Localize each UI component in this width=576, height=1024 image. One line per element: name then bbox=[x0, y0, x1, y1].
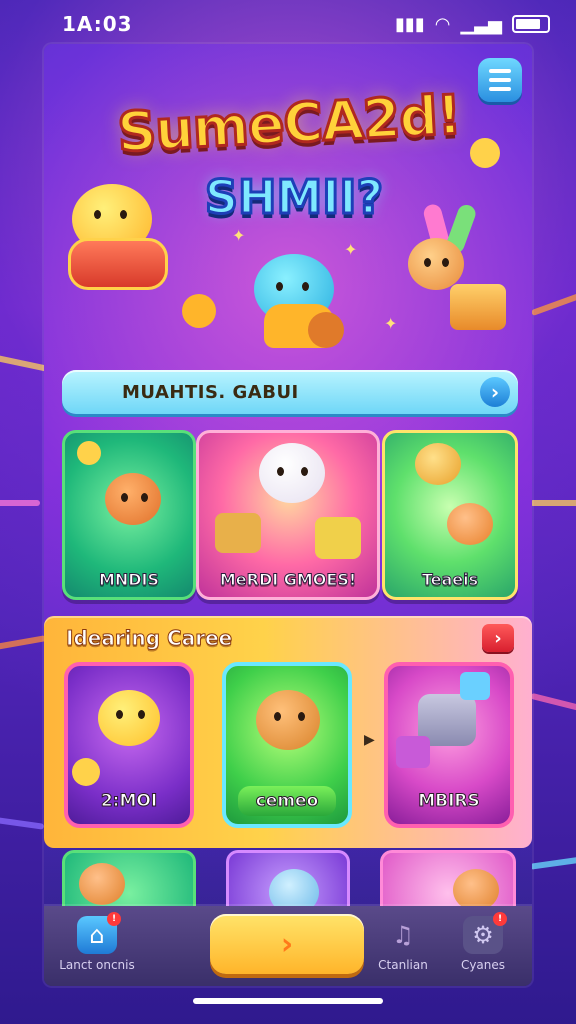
game-title: SumeCA2d! bbox=[114, 82, 463, 166]
featured-card-2[interactable]: cemeo bbox=[222, 662, 352, 828]
hamburger-menu-icon[interactable] bbox=[478, 58, 522, 102]
featured-card-3[interactable]: MBIRS bbox=[384, 662, 514, 828]
fox-character bbox=[447, 503, 493, 545]
card-label: Teaeis bbox=[421, 570, 479, 590]
status-bar: 1A:03 ▮▮▮ ◠ ▁▃▅ bbox=[0, 0, 576, 48]
nav-label: Cyanes bbox=[460, 958, 506, 972]
bunny-character bbox=[394, 202, 514, 334]
signal-icon: ▮▮▮ bbox=[395, 13, 425, 35]
play-triangle-icon: ▶ bbox=[364, 732, 375, 748]
game-card-2[interactable]: MeRDI GMOES! bbox=[196, 430, 380, 600]
card-label: MeRDI GMOES! bbox=[219, 570, 357, 590]
dino-character bbox=[244, 254, 344, 354]
star-sparkle-icon: ✦ bbox=[344, 240, 358, 259]
featured-section: Idearing Caree › 2:MOI cemeo ▶ MBIRS bbox=[44, 616, 532, 848]
play-chevron-icon: › bbox=[280, 926, 294, 962]
coin-icon bbox=[470, 138, 500, 168]
block-icon bbox=[396, 736, 430, 768]
crate-icon bbox=[215, 513, 261, 553]
featured-title: Idearing Caree bbox=[65, 626, 233, 651]
nav-item-music[interactable]: ♫ Ctanlian bbox=[358, 916, 448, 972]
fox-character bbox=[79, 863, 125, 905]
featured-card-label: MBIRS bbox=[418, 791, 481, 812]
blob-character bbox=[98, 690, 160, 746]
cat-character bbox=[415, 443, 461, 485]
star-sparkle-icon: ✦ bbox=[384, 314, 398, 333]
bear-character bbox=[256, 690, 320, 750]
nav-label: Ctanlian bbox=[378, 958, 428, 972]
chevron-right-icon[interactable]: › bbox=[482, 624, 514, 652]
bottom-nav: ⌂! Lanct oncnis › ♫ Ctanlian ⚙! Cyanes bbox=[44, 906, 532, 986]
battery-icon bbox=[512, 15, 550, 33]
featured-card-label: 2:MOI bbox=[100, 791, 158, 812]
coin-icon bbox=[77, 441, 101, 465]
game-card-1[interactable]: MNDIS bbox=[62, 430, 196, 600]
card-label: MNDIS bbox=[98, 570, 160, 590]
block-icon bbox=[315, 517, 361, 559]
coin-icon bbox=[182, 294, 216, 328]
music-icon: ♫ bbox=[392, 921, 414, 949]
cellular-icon: ▁▃▅ bbox=[460, 13, 502, 35]
wifi-icon: ◠ bbox=[434, 13, 451, 35]
notification-badge: ! bbox=[107, 912, 121, 926]
coin-icon bbox=[72, 758, 100, 786]
tiger-character bbox=[105, 473, 161, 525]
game-screen: SumeCA2d! SHMII? ✦ ✦ ✦ MUAHTIS. GABUI › … bbox=[44, 44, 532, 986]
home-icon: ⌂! bbox=[77, 912, 121, 954]
search-bar[interactable]: MUAHTIS. GABUI › bbox=[62, 370, 518, 414]
ghost-bear-character bbox=[259, 443, 325, 503]
home-indicator[interactable] bbox=[193, 998, 383, 1004]
nav-label: Lanct oncnis bbox=[59, 958, 135, 972]
robot-cat-character bbox=[64, 184, 174, 294]
nav-item-settings[interactable]: ⚙! Cyanes bbox=[438, 912, 528, 972]
nav-item-home[interactable]: ⌂! Lanct oncnis bbox=[52, 912, 142, 972]
featured-card-1[interactable]: 2:MOI bbox=[64, 662, 194, 828]
settings-icon: ⚙! bbox=[463, 912, 507, 954]
block-icon bbox=[460, 672, 490, 700]
game-subtitle: SHMII? bbox=[203, 169, 384, 226]
star-sparkle-icon: ✦ bbox=[232, 226, 246, 245]
featured-card-label: cemeo bbox=[238, 786, 336, 816]
chevron-right-icon[interactable]: › bbox=[480, 377, 510, 407]
cat-character bbox=[453, 869, 499, 911]
status-time: 1A:03 bbox=[62, 12, 133, 36]
notification-badge: ! bbox=[493, 912, 507, 926]
game-card-3[interactable]: Teaeis bbox=[382, 430, 518, 600]
search-text: MUAHTIS. GABUI bbox=[122, 381, 299, 403]
play-button[interactable]: › bbox=[210, 914, 364, 974]
